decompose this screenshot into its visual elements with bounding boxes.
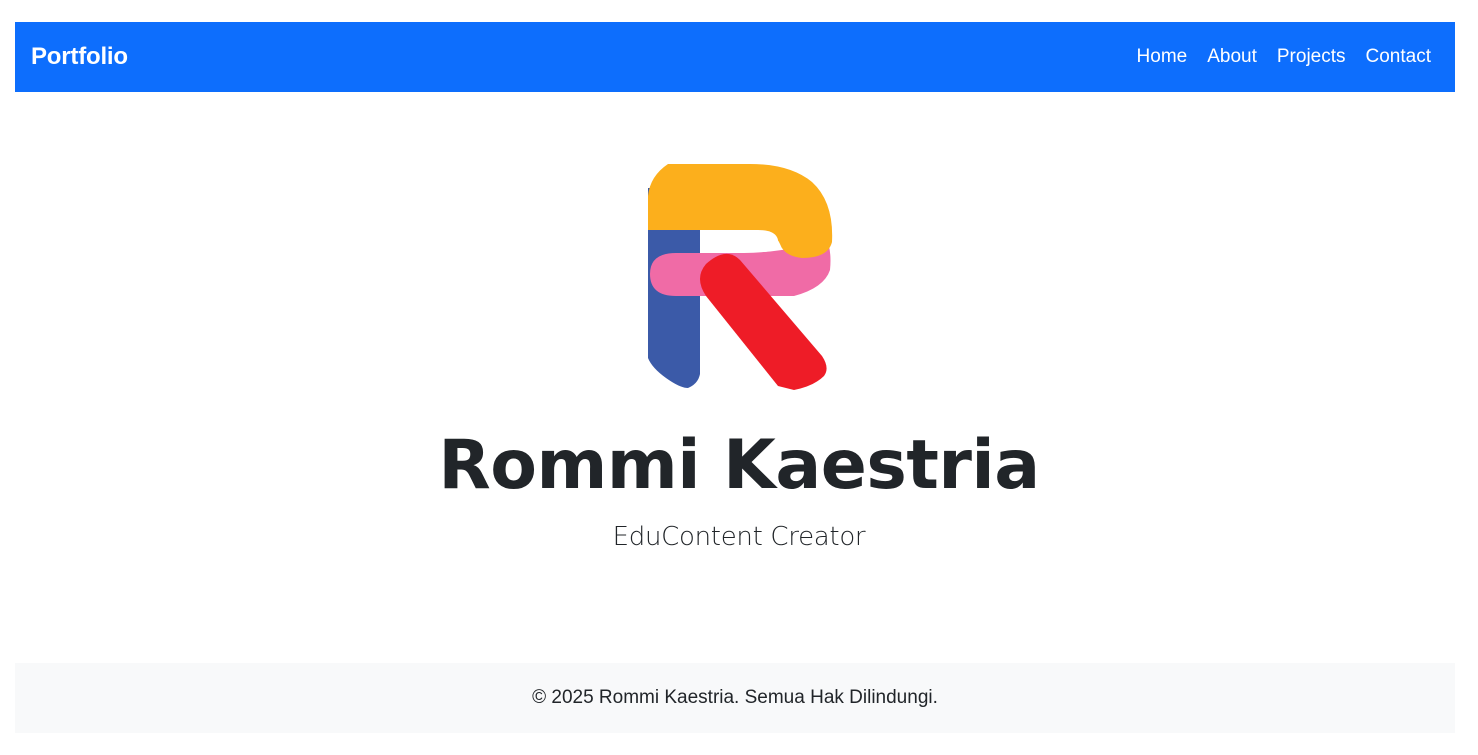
footer: © 2025 Rommi Kaestria. Semua Hak Dilindu… (15, 663, 1455, 733)
hero-name: Rommi Kaestria (438, 426, 1040, 505)
hero-tagline: EduContent Creator (612, 522, 866, 552)
nav-link-about[interactable]: About (1207, 46, 1257, 68)
navbar-brand[interactable]: Portfolio (31, 43, 128, 71)
nav-link-home[interactable]: Home (1137, 46, 1188, 68)
hero-section: Rommi Kaestria EduContent Creator (0, 92, 1478, 663)
nav-link-contact[interactable]: Contact (1366, 46, 1431, 68)
navbar: Portfolio Home About Projects Contact (15, 22, 1455, 92)
nav-link-projects[interactable]: Projects (1277, 46, 1346, 68)
nav-links: Home About Projects Contact (1137, 46, 1431, 68)
footer-copyright: © 2025 Rommi Kaestria. Semua Hak Dilindu… (532, 687, 938, 708)
letter-r-logo-icon (644, 160, 834, 392)
page: Portfolio Home About Projects Contact Ro… (0, 0, 1478, 755)
